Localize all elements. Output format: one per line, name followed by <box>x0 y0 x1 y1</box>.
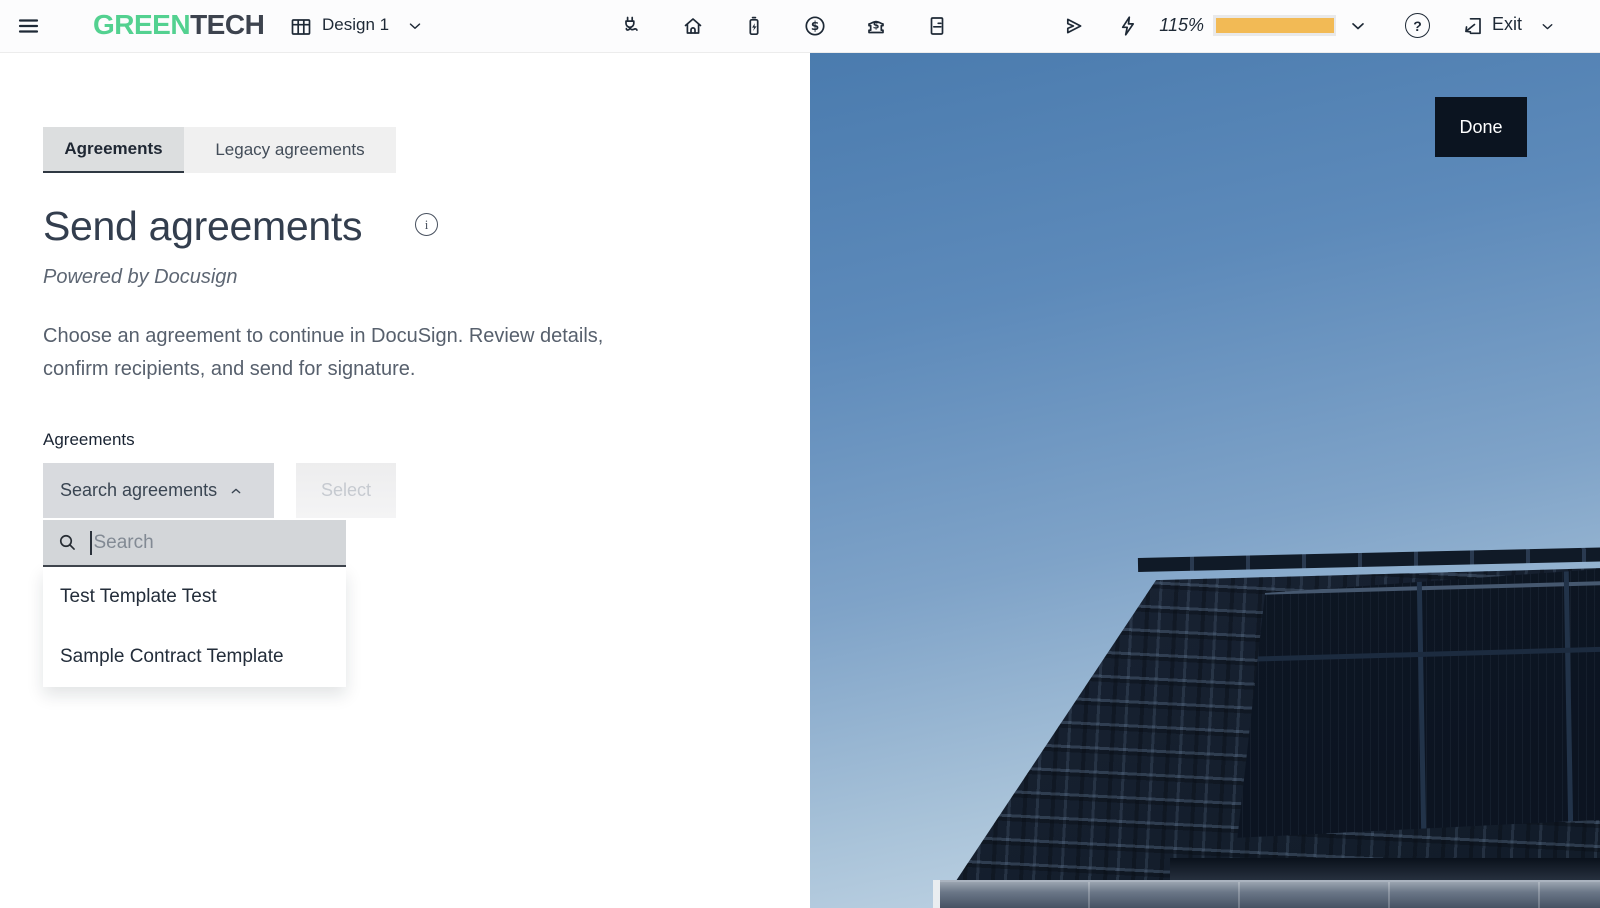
tab-agreements[interactable]: Agreements <box>43 127 184 173</box>
search-agreements-dropdown[interactable]: Search agreements <box>43 463 274 518</box>
done-button[interactable]: Done <box>1435 97 1527 157</box>
agreements-field-label: Agreements <box>43 430 135 450</box>
document-icon[interactable] <box>925 14 949 38</box>
roof-ridge <box>1138 547 1600 572</box>
tab-legacy-agreements-label: Legacy agreements <box>215 140 364 160</box>
dollar-circle-icon[interactable]: $ <box>803 14 827 38</box>
select-button[interactable]: Select <box>296 463 396 518</box>
battery-icon[interactable] <box>742 14 766 38</box>
description-text: Choose an agreement to continue in DocuS… <box>43 320 703 386</box>
design-selector-label[interactable]: Design 1 <box>322 15 389 35</box>
search-icon <box>57 532 78 553</box>
tab-agreements-label: Agreements <box>64 139 162 159</box>
lightning-icon[interactable] <box>1116 14 1140 38</box>
settings-pane: Agreements Legacy agreements Send agreem… <box>0 52 810 908</box>
help-icon[interactable]: ? <box>1405 13 1430 38</box>
brand-logo: GREENTECH <box>93 9 264 41</box>
exit-icon[interactable] <box>1461 14 1485 38</box>
dropdown-options-panel: Test Template Test Sample Contract Templ… <box>43 567 346 687</box>
plug-icon[interactable] <box>619 14 643 38</box>
dropdown-search-row <box>43 520 346 567</box>
top-toolbar: GREENTECH Design 1 <box>0 0 1600 53</box>
grid-icon[interactable] <box>289 15 313 39</box>
chevron-down-icon[interactable] <box>406 17 424 35</box>
search-agreements-dropdown-label: Search agreements <box>60 480 217 501</box>
dropdown-option-label: Sample Contract Template <box>60 646 284 668</box>
svg-text:$: $ <box>873 21 880 32</box>
dropdown-option-label: Test Template Test <box>60 586 217 608</box>
chevron-down-icon[interactable] <box>1539 18 1556 35</box>
app-window: GREENTECH Design 1 <box>0 0 1600 908</box>
hamburger-menu-icon[interactable] <box>16 14 40 38</box>
bank-icon[interactable]: $ <box>864 14 888 38</box>
dropdown-option[interactable]: Test Template Test <box>43 567 346 627</box>
powered-by-text: Powered by Docusign <box>43 266 238 289</box>
brand-tech: TECH <box>190 9 264 40</box>
send-icon[interactable] <box>1061 14 1085 38</box>
house-wall <box>940 880 1600 908</box>
dropdown-option[interactable]: Sample Contract Template <box>43 627 346 687</box>
zoom-level: 115% <box>1146 15 1204 36</box>
brand-green: GREEN <box>93 9 190 40</box>
info-icon[interactable]: i <box>415 213 438 236</box>
chevron-down-icon[interactable] <box>1348 16 1368 36</box>
solar-roof-photo: Done <box>810 52 1600 908</box>
search-input[interactable] <box>92 520 347 565</box>
svg-text:$: $ <box>811 19 819 33</box>
usage-progress-fill <box>1216 18 1334 33</box>
tab-legacy-agreements[interactable]: Legacy agreements <box>184 127 396 173</box>
usage-progress-bar <box>1213 15 1336 36</box>
page-title: Send agreements <box>43 202 362 250</box>
exit-button[interactable]: Exit <box>1492 14 1522 35</box>
home-icon[interactable] <box>681 14 705 38</box>
chevron-up-icon <box>228 483 244 499</box>
